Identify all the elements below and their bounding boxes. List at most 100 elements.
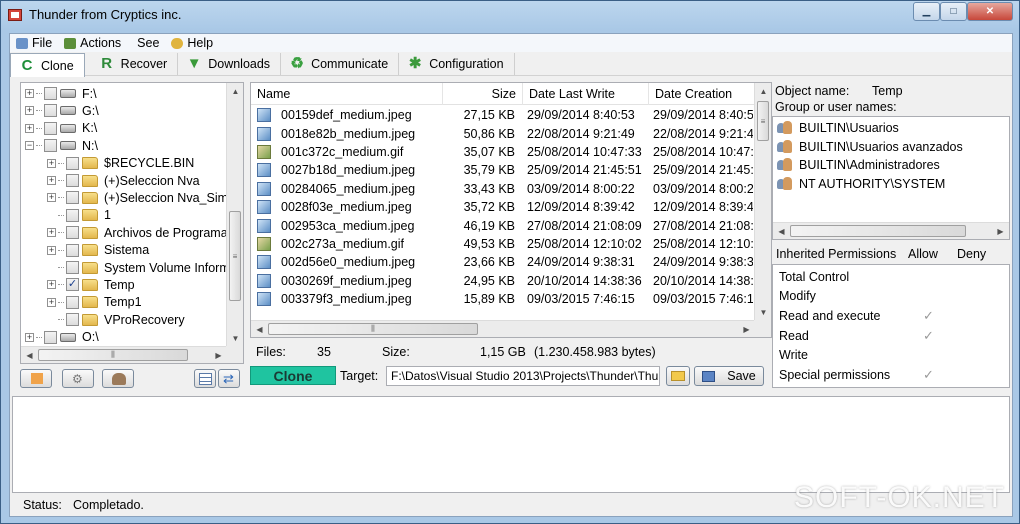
scroll-right-arrow[interactable]: ▶ [738,321,755,337]
tree-checkbox[interactable] [66,313,79,327]
tab-clone[interactable]: C Clone [10,53,85,77]
tree-expander[interactable]: + [47,297,56,307]
clone-button[interactable]: Clone [250,366,336,385]
minimize-button[interactable]: ▁ [913,2,940,21]
tree-checkbox[interactable] [66,208,79,222]
file-row[interactable]: 002953ca_medium.jpeg 46,19 KB 27/08/2014 2… [251,216,753,234]
swap-button[interactable]: ⇄ [218,369,240,388]
close-button[interactable]: ✕ [967,2,1013,21]
users-list[interactable]: BUILTIN\Usuarios BUILTIN\Usuarios avanzad… [772,116,1010,240]
file-row[interactable]: 002d56e0_medium.jpeg 23,66 KB 24/09/2014 9… [251,253,753,271]
scroll-thumb[interactable]: ⫼ [38,349,188,361]
file-row[interactable]: 0018e82b_medium.jpeg 50,86 KB 22/08/2014 9… [251,124,753,142]
tree-expander[interactable]: + [47,228,56,238]
tree-item[interactable]: System Volume Information [47,259,243,276]
tree-checkbox[interactable] [66,174,79,187]
scroll-left-arrow[interactable]: ◀ [251,321,268,337]
tree-item[interactable]: + Temp1 [47,294,142,311]
tree-expander[interactable]: + [47,245,56,255]
files-vscrollbar[interactable]: ▲ ≡ ▼ [754,83,771,321]
scroll-thumb[interactable]: ≡ [757,101,769,141]
file-row[interactable]: 003379f3_medium.jpeg 15,89 KB 09/03/2015 7… [251,290,753,308]
users-hscrollbar[interactable]: ◀ ▶ [773,222,1009,239]
tree-item[interactable]: + F:\ [25,85,97,102]
column-size[interactable]: Size [443,83,523,105]
tree-checkbox[interactable] [66,243,79,257]
tree-item[interactable]: + G:\ [25,102,99,119]
tree-expander[interactable]: − [25,141,34,151]
menu-see[interactable]: See [127,34,165,52]
new-folder-button[interactable] [20,369,52,388]
file-row[interactable]: 00159def_medium.jpeg 27,15 KB 29/09/2014 8… [251,106,753,124]
column-date-last-write[interactable]: Date Last Write [523,83,649,105]
scroll-up-arrow[interactable]: ▲ [755,83,771,100]
tree-checkbox[interactable] [66,156,79,170]
tree-checkbox[interactable] [44,330,57,344]
user-item[interactable]: NT AUTHORITY\SYSTEM [777,175,945,194]
files-hscrollbar[interactable]: ◀ ⫼ ▶ [251,320,755,337]
scroll-up-arrow[interactable]: ▲ [227,83,243,100]
column-name[interactable]: Name [251,83,443,105]
file-row[interactable]: 001c372c_medium.gif 35,07 KB 25/08/2014 10… [251,143,753,161]
tree-expander[interactable]: + [25,89,34,98]
tree-hscrollbar[interactable]: ◀ ⫼ ▶ [21,346,227,363]
user-item[interactable]: BUILTIN\Usuarios avanzados [777,138,963,157]
save-button[interactable]: Save [694,366,764,386]
tree-checkbox[interactable] [44,139,57,153]
menu-actions[interactable]: Actions [58,34,127,52]
tree-item[interactable]: + Sistema [47,242,149,259]
user-item[interactable]: BUILTIN\Usuarios [777,119,899,138]
tree-item[interactable]: + ✓ Temp [47,276,135,293]
tree-checkbox[interactable] [66,261,79,274]
tree-expander[interactable]: + [47,193,56,203]
tree-item[interactable]: + K:\ [25,120,97,137]
log-output[interactable] [12,396,1010,493]
target-path-input[interactable]: F:\Datos\Visual Studio 2013\Projects\Thu… [386,366,660,386]
tree-item[interactable]: + O:\ [25,329,99,346]
tree-expander[interactable]: + [47,176,56,185]
menu-file[interactable]: File [10,34,58,52]
scroll-right-arrow[interactable]: ▶ [992,223,1009,239]
tab-communicate[interactable]: ♻ Communicate [281,53,400,75]
file-list[interactable]: Name Size Date Last Write Date Creation … [250,82,772,338]
tree-checkbox[interactable] [44,104,57,118]
maximize-button[interactable]: □ [940,2,967,21]
titlebar[interactable]: Thunder from Cryptics inc. ▁ □ ✕ [1,1,1019,31]
tree-item[interactable]: + Archivos de Programa [47,224,228,241]
tree-checkbox[interactable] [44,87,57,100]
tree-checkbox[interactable] [44,121,57,135]
browse-folder-button[interactable] [666,366,690,386]
tree-vscrollbar[interactable]: ▲ ≡ ▼ [226,83,243,347]
scroll-left-arrow[interactable]: ◀ [773,223,790,239]
tree-checkbox[interactable] [66,191,79,205]
user-item[interactable]: BUILTIN\Administradores [777,156,940,175]
scroll-left-arrow[interactable]: ◀ [21,347,38,363]
scroll-down-arrow[interactable]: ▼ [227,330,243,347]
scroll-down-arrow[interactable]: ▼ [755,304,771,321]
file-row[interactable]: 002c273a_medium.gif 49,53 KB 25/08/2014 12… [251,235,753,253]
tree-checkbox[interactable] [66,295,79,309]
tab-recover[interactable]: R Recover [85,53,179,75]
menu-help[interactable]: Help [165,34,219,52]
tree-expander[interactable]: + [47,158,56,168]
tree-item[interactable]: + (+)Seleccion Nva_Simple [47,189,243,206]
tree-item[interactable]: + $RECYCLE.BIN [47,155,194,172]
tree-expander[interactable]: + [25,123,34,133]
tree-item[interactable]: − N:\ [25,137,98,154]
tree-checkbox[interactable] [66,226,79,240]
tab-configuration[interactable]: ✱ Configuration [399,53,515,75]
folder-tree[interactable]: + F:\ + G:\ + K:\ − N:\ + $RECYCLE.BIN + (+)Selecci… [20,82,244,364]
file-row[interactable]: 0030269f_medium.jpeg 24,95 KB 20/10/2014 1… [251,272,753,290]
tree-expander[interactable]: + [25,106,34,116]
scroll-thumb[interactable]: ⫼ [268,323,478,335]
column-date-creation[interactable]: Date Creation [649,83,755,105]
users-button[interactable] [102,369,134,388]
scroll-thumb[interactable] [790,225,966,237]
scroll-right-arrow[interactable]: ▶ [210,347,227,363]
grid-view-button[interactable] [194,369,216,388]
file-row[interactable]: 0027b18d_medium.jpeg 35,79 KB 25/09/2014 2… [251,161,753,179]
scroll-thumb[interactable]: ≡ [229,211,241,301]
settings-button[interactable]: ⚙ [62,369,94,388]
tab-downloads[interactable]: ▼ Downloads [178,53,282,75]
tree-item[interactable]: + (+)Seleccion Nva [47,172,200,189]
